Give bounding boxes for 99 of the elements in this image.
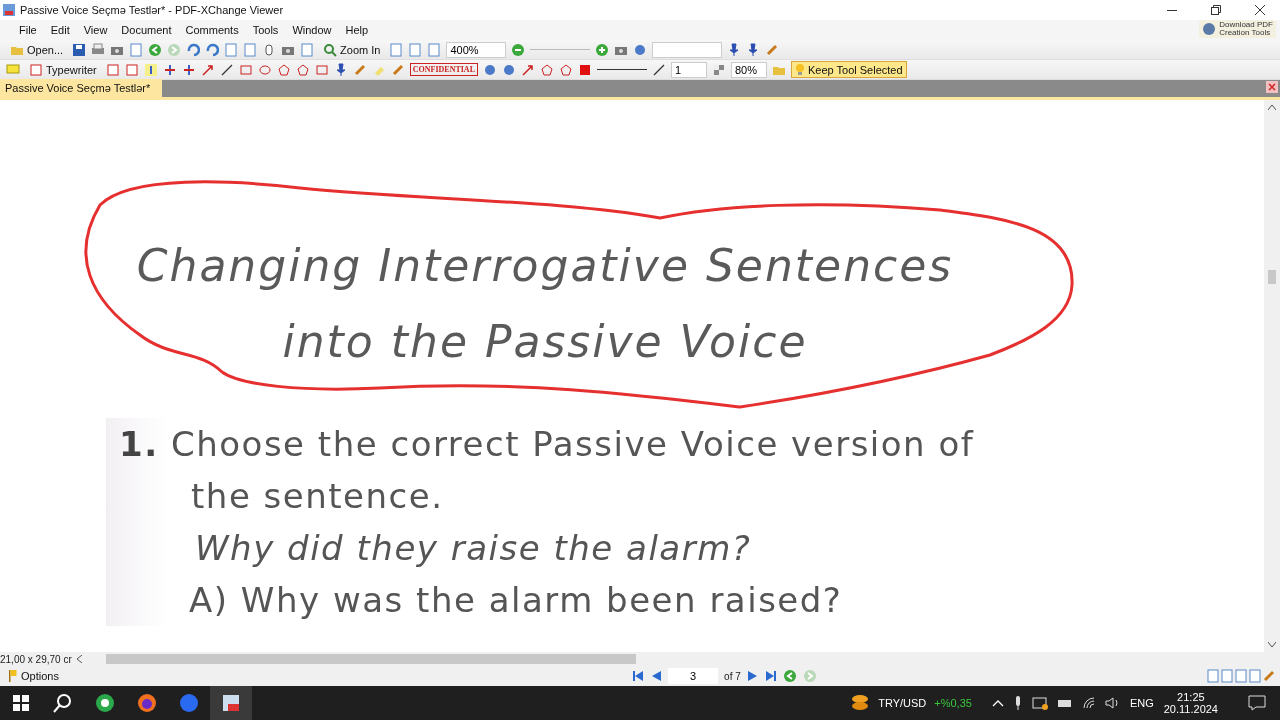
undo-icon[interactable] (186, 42, 201, 57)
stamp-tool[interactable]: CONFIDENTIAL (409, 63, 478, 76)
pencil-icon[interactable] (1262, 669, 1276, 683)
shape-icon[interactable] (483, 62, 497, 77)
document-tab[interactable]: Passive Voice Seçmə Testlər* (0, 79, 163, 97)
menu-item[interactable]: File (12, 24, 44, 36)
arrow-icon[interactable] (521, 62, 535, 77)
undo-icon[interactable] (205, 42, 220, 57)
next-page-icon[interactable] (746, 670, 759, 682)
polygon-icon[interactable] (295, 62, 310, 77)
previous-page-icon[interactable] (650, 670, 663, 682)
pdf-app-icon[interactable] (222, 694, 240, 712)
polygon-icon[interactable] (276, 62, 291, 77)
menu-item[interactable]: Tools (245, 24, 286, 36)
text-highlight-icon[interactable] (143, 62, 158, 77)
app-icon[interactable] (2, 3, 16, 17)
opacity-field[interactable]: 80% (731, 61, 767, 78)
opacity-icon[interactable] (712, 62, 726, 77)
keep-tool-selected-button[interactable]: Keep Tool Selected (791, 61, 907, 78)
clock-date: 20.11.2024 (1163, 703, 1218, 715)
zoom-in-button[interactable]: Zoom In (319, 41, 385, 58)
scroll-left-icon[interactable] (75, 655, 82, 663)
shape-icon[interactable] (502, 62, 516, 77)
text-box-icon[interactable] (124, 62, 139, 77)
menu-item[interactable]: Window (285, 24, 339, 36)
zoom-out-icon[interactable] (511, 42, 526, 57)
first-page-icon[interactable] (632, 670, 645, 682)
save-icon[interactable] (72, 42, 87, 57)
answer-option: A) Why was the alarm been raised? (171, 574, 1264, 626)
pencil-icon[interactable] (390, 62, 405, 77)
battery-icon[interactable] (1056, 697, 1073, 709)
currency-pair: TRY/USD (878, 697, 927, 709)
search-field[interactable] (652, 41, 723, 58)
banner-text: Download PDF (1219, 21, 1273, 29)
search-icon[interactable] (53, 693, 73, 713)
language-indicator[interactable]: ENG (1129, 697, 1154, 709)
shape-icon[interactable] (633, 42, 648, 57)
menu-item[interactable]: Edit (43, 24, 77, 36)
strikeout-icon[interactable] (181, 62, 196, 77)
video-app-icon[interactable] (179, 693, 199, 713)
polygon-icon[interactable] (540, 62, 554, 77)
restore-icon[interactable] (1211, 5, 1221, 15)
back-icon[interactable] (148, 42, 163, 57)
zoom-field[interactable]: 400% (446, 41, 507, 58)
menu-item[interactable]: View (76, 24, 115, 36)
line-width-field[interactable]: 1 (671, 61, 707, 78)
globe-icon[interactable] (1202, 22, 1217, 36)
window-title: Passive Voice Seçmə Testlər* - PDF-XChange Viewer (20, 4, 285, 16)
lightbulb-icon[interactable] (795, 62, 805, 77)
ring-app-icon[interactable] (95, 693, 115, 713)
page-count-text: of 7 (724, 670, 741, 682)
last-page-icon[interactable] (764, 670, 777, 682)
question-text: the sentence. (190, 475, 445, 518)
options-button[interactable]: Options (4, 667, 63, 685)
close-icon[interactable] (1255, 5, 1265, 15)
printer-icon[interactable] (91, 42, 106, 57)
windows-start-icon[interactable] (13, 695, 29, 711)
strikeout-icon[interactable] (162, 62, 177, 77)
question-sentence: Why did they raise the alarm? (194, 527, 753, 570)
scroll-up-icon[interactable] (1268, 104, 1276, 110)
arrow-icon[interactable] (200, 62, 215, 77)
typewriter-button[interactable]: Typewriter (25, 61, 101, 78)
chevron-up-icon[interactable] (991, 699, 1004, 707)
notifications-icon[interactable] (1248, 695, 1266, 711)
coins-icon[interactable] (850, 694, 871, 712)
page-heading: into the Passive Voice (282, 315, 808, 369)
menu-item[interactable]: Help (338, 24, 376, 36)
question-number: 1. (119, 423, 160, 466)
color-swatch-icon[interactable] (578, 62, 592, 77)
pencil-icon[interactable] (352, 62, 367, 77)
clock-time: 21:25 (1177, 691, 1205, 703)
menu-item[interactable]: Comments (178, 24, 246, 36)
magnifier-icon[interactable] (323, 42, 338, 57)
menu-item[interactable]: Document (114, 24, 179, 36)
open-button[interactable]: Open... (6, 41, 68, 58)
line-icon[interactable] (652, 62, 666, 77)
line-icon[interactable] (219, 62, 234, 77)
camera-icon[interactable] (1031, 696, 1048, 710)
speaker-icon[interactable] (1104, 696, 1121, 710)
page-heading: Changing Interrogative Sentences (136, 239, 954, 293)
page-number-field[interactable]: 3 (668, 668, 719, 684)
zoom-in-icon[interactable] (595, 42, 610, 57)
polygon-icon[interactable] (559, 62, 573, 77)
pencil-icon[interactable] (765, 42, 780, 57)
scrollbar-thumb[interactable] (1268, 270, 1276, 284)
browser-icon[interactable] (137, 693, 157, 713)
currency-change: +%0,35 (934, 697, 972, 709)
question-text: Choose the correct Passive Voice version of (171, 423, 976, 466)
text-box-icon[interactable] (29, 62, 43, 77)
page-size-text: 21,00 x 29,70 cr (0, 653, 72, 665)
download-banner[interactable]: Download PDF Creation Tools (1199, 20, 1276, 38)
wifi-icon[interactable] (1081, 696, 1096, 710)
text-box-icon[interactable] (105, 62, 120, 77)
scroll-down-icon[interactable] (1268, 642, 1276, 648)
scrollbar-thumb[interactable] (105, 654, 636, 664)
flag-icon[interactable] (8, 669, 18, 683)
back-icon[interactable] (782, 669, 797, 683)
banner-text: Creation Tools (1219, 29, 1272, 37)
ellipse-icon[interactable] (257, 62, 272, 77)
